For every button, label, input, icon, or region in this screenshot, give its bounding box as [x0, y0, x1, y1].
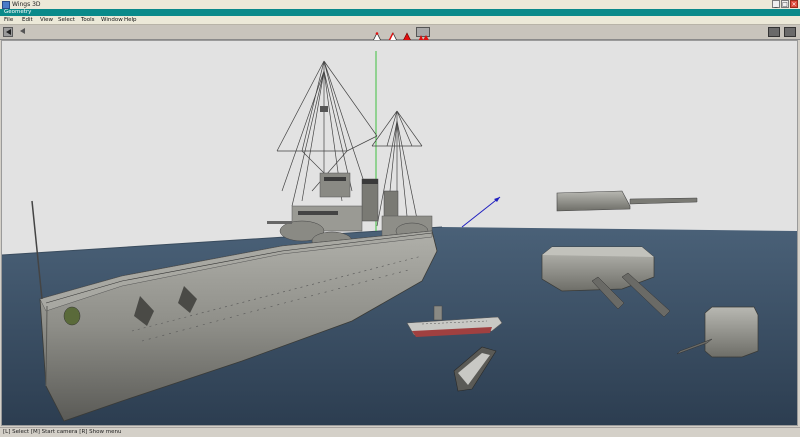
left-arrow-icon[interactable] [18, 27, 28, 37]
menu-file[interactable]: File [4, 16, 13, 24]
view-icon[interactable] [768, 27, 780, 37]
geometry-tab-label: Geometry [4, 9, 32, 15]
toolbar [0, 25, 800, 42]
window-controls: _ □ × [772, 0, 798, 9]
scene-render [2, 51, 797, 425]
menu-tools[interactable]: Tools [81, 16, 95, 24]
3d-viewport[interactable] [1, 40, 798, 426]
body-select-icon[interactable] [416, 27, 430, 42]
wings3d-app-icon [2, 1, 10, 9]
left-arrow-icon[interactable] [3, 27, 13, 37]
ship-rigging [276, 60, 423, 227]
edge-select-icon[interactable] [388, 27, 398, 42]
menu-window[interactable]: Window [101, 16, 123, 24]
menu-help[interactable]: Help [124, 16, 137, 24]
menu-bar: File Edit View Select Tools Window Help [0, 16, 800, 25]
vertex-select-icon[interactable] [372, 27, 382, 42]
view-icon[interactable] [784, 27, 796, 37]
minimize-icon[interactable]: _ [772, 0, 780, 8]
floating-turret-top [556, 190, 698, 212]
menu-edit[interactable]: Edit [22, 16, 33, 24]
maximize-icon[interactable]: □ [781, 0, 789, 8]
face-select-icon[interactable] [402, 27, 412, 42]
menu-view[interactable]: View [40, 16, 53, 24]
close-icon[interactable]: × [790, 0, 798, 8]
geometry-window-tab[interactable]: Geometry [0, 9, 800, 16]
window-title: Wings 3D [12, 1, 41, 8]
z-axis [461, 196, 501, 228]
menu-select[interactable]: Select [58, 16, 75, 24]
